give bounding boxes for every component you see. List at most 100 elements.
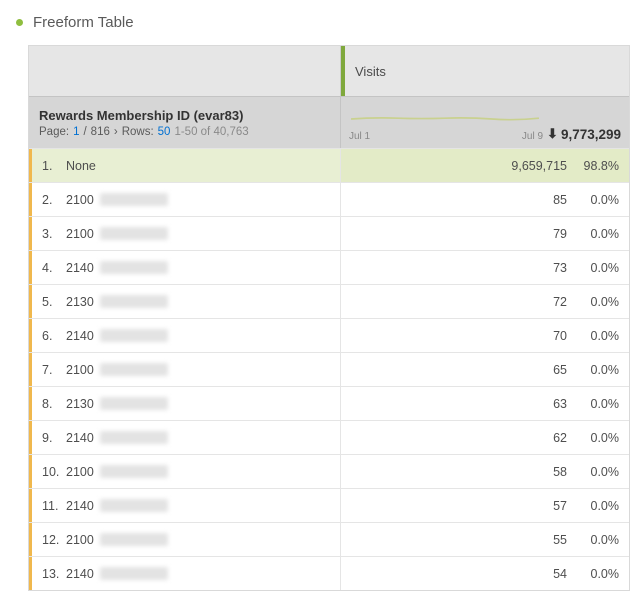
dimension-summary: Rewards Membership ID (evar83) Page: 1 /…	[29, 97, 341, 148]
metric-value: 54	[553, 567, 567, 581]
dimension-value: 2100	[66, 465, 94, 479]
metric-percent: 0.0%	[581, 227, 619, 241]
metric-percent: 0.0%	[581, 193, 619, 207]
metric-cell: 9,659,71598.8%	[341, 149, 629, 182]
rows-range: 1-50 of 40,763	[174, 126, 248, 138]
metric-cell: 79 0.0%	[341, 217, 629, 250]
chevron-right-icon[interactable]: ›	[114, 126, 118, 138]
metric-cell: 540.0%	[341, 557, 629, 590]
metric-value: 63	[553, 397, 567, 411]
pagination-info: Page: 1 / 816 › Rows: 50 1-50 of 40,763	[39, 126, 330, 138]
metric-header[interactable]: Visits	[341, 46, 629, 96]
dimension-value: 2140	[66, 329, 94, 343]
dimension-cell: 12. 2100	[29, 523, 341, 556]
row-number: 7.	[42, 363, 60, 377]
metric-cell: 650.0%	[341, 353, 629, 386]
rows-label: Rows:	[122, 126, 154, 138]
row-number: 10.	[42, 465, 60, 479]
table-row[interactable]: 5.2130 72 0.0%	[29, 284, 629, 318]
dimension-value: 2100	[66, 533, 94, 547]
table-row[interactable]: 6.2140700.0%	[29, 318, 629, 352]
dimension-value: 2100	[66, 363, 94, 377]
page-sep: /	[83, 126, 86, 138]
dimension-title: Rewards Membership ID (evar83)	[39, 108, 330, 123]
dimension-value: None	[66, 159, 96, 173]
metric-value: 85	[553, 193, 567, 207]
metric-percent: 0.0%	[581, 363, 619, 377]
metric-value: 70	[553, 329, 567, 343]
dimension-cell: 5.2130	[29, 285, 341, 318]
metric-percent: 0.0%	[581, 533, 619, 547]
metric-value: 58	[553, 465, 567, 479]
arrow-down-icon: ⬇	[547, 126, 558, 142]
metric-total: ⬇ 9,773,299	[547, 126, 621, 142]
dimension-cell: 3.2100	[29, 217, 341, 250]
obfuscated-text	[100, 431, 168, 444]
metric-percent: 0.0%	[581, 499, 619, 513]
metric-value: 62	[553, 431, 567, 445]
metric-summary: Jul 1 Jul 9 ⬇ 9,773,299	[341, 97, 629, 148]
metric-cell: 730.0%	[341, 251, 629, 284]
dimension-cell: 4. 2140	[29, 251, 341, 284]
metric-percent: 0.0%	[581, 295, 619, 309]
dimension-cell: 6. 2140	[29, 319, 341, 352]
dimension-cell: 11. 2140	[29, 489, 341, 522]
table-row[interactable]: 10. 2100 580.0%	[29, 454, 629, 488]
table-row[interactable]: 8.2130630.0%	[29, 386, 629, 420]
obfuscated-text	[100, 227, 168, 240]
obfuscated-text	[100, 465, 168, 478]
obfuscated-text	[100, 363, 168, 376]
row-number: 6.	[42, 329, 60, 343]
table-row[interactable]: 2. 2100 85 0.0%	[29, 182, 629, 216]
table-row[interactable]: 12.2100550.0%	[29, 522, 629, 556]
data-rows: 1.None9,659,71598.8%2.2100850.0%3.210079…	[29, 148, 629, 590]
dimension-value: 2140	[66, 261, 94, 275]
page-current[interactable]: 1	[73, 126, 79, 138]
row-number: 2.	[42, 193, 60, 207]
table-row[interactable]: 9. 2140 620.0%	[29, 420, 629, 454]
date-start: Jul 1	[349, 131, 370, 142]
dimension-value: 2100	[66, 193, 94, 207]
metric-value: 72	[553, 295, 567, 309]
dimension-cell: 7. 2100	[29, 353, 341, 386]
page-label: Page:	[39, 126, 69, 138]
obfuscated-text	[100, 499, 168, 512]
metric-cell: 570.0%	[341, 489, 629, 522]
dimension-cell: 9. 2140	[29, 421, 341, 454]
table-row[interactable]: 3.2100 79 0.0%	[29, 216, 629, 250]
obfuscated-text	[100, 193, 168, 206]
table-row[interactable]: 13.2140540.0%	[29, 556, 629, 590]
row-number: 9.	[42, 431, 60, 445]
obfuscated-text	[100, 295, 168, 308]
metric-cell: 85 0.0%	[341, 183, 629, 216]
table-row[interactable]: 1.None9,659,71598.8%	[29, 148, 629, 182]
rows-count[interactable]: 50	[158, 126, 171, 138]
date-end: Jul 9	[522, 131, 543, 142]
page-total: 816	[91, 126, 110, 138]
table-row[interactable]: 11. 2140 570.0%	[29, 488, 629, 522]
table-row[interactable]: 4. 2140 730.0%	[29, 250, 629, 284]
obfuscated-text	[100, 567, 168, 580]
metric-label: Visits	[355, 64, 386, 79]
obfuscated-text	[100, 329, 168, 342]
table-summary-row: Rewards Membership ID (evar83) Page: 1 /…	[29, 96, 629, 148]
metric-cell: 580.0%	[341, 455, 629, 488]
dimension-header-empty	[29, 46, 341, 96]
dimension-value: 2140	[66, 431, 94, 445]
dimension-value: 2130	[66, 397, 94, 411]
dimension-cell: 8.2130	[29, 387, 341, 420]
row-number: 4.	[42, 261, 60, 275]
row-number: 3.	[42, 227, 60, 241]
row-number: 12.	[42, 533, 60, 547]
table-header-row: Visits	[29, 46, 629, 96]
row-number: 11.	[42, 499, 60, 513]
metric-value: 79	[553, 227, 567, 241]
panel-header: Freeform Table	[10, 10, 636, 45]
metric-cell: 620.0%	[341, 421, 629, 454]
dimension-value: 2140	[66, 499, 94, 513]
row-number: 13.	[42, 567, 60, 581]
metric-cell: 72 0.0%	[341, 285, 629, 318]
dimension-cell: 1.None	[29, 149, 341, 182]
dimension-cell: 13.2140	[29, 557, 341, 590]
table-row[interactable]: 7. 2100 650.0%	[29, 352, 629, 386]
